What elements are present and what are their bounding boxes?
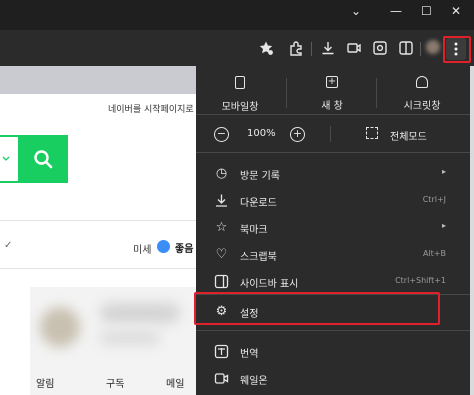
search-icon: [34, 150, 53, 169]
scrapbook-icon: ♡: [215, 247, 228, 262]
menu-button-highlight: [443, 36, 471, 63]
bookmark-star-icon[interactable]: [258, 40, 274, 56]
settings-highlight: [194, 292, 440, 325]
video-capture-icon[interactable]: [346, 40, 362, 56]
menu-divider: [196, 114, 470, 115]
browser-main-menu: 모바일창 + 새 창 시크릿창 − 100% + 전체모드 ◷ 방문 기록 ▸ …: [196, 66, 470, 395]
whale-on-icon: [214, 373, 229, 384]
zoom-in-button[interactable]: +: [290, 127, 305, 142]
toolbar-divider: [420, 42, 421, 56]
secret-window-button[interactable]: 시크릿창: [378, 76, 466, 113]
profile-avatar[interactable]: [426, 40, 440, 54]
history-icon: ◷: [215, 166, 228, 181]
tab-mail[interactable]: 메일: [166, 375, 184, 390]
menu-item-bookmarks[interactable]: ☆ 북마크 ▸: [196, 215, 470, 241]
maximize-button[interactable]: ☐: [421, 4, 432, 18]
collapse-icon[interactable]: ⌄: [351, 4, 361, 18]
close-button[interactable]: ✕: [451, 4, 461, 18]
menu-item-translate[interactable]: 번역: [196, 339, 470, 365]
check-icon: ✓: [4, 240, 13, 251]
browser-toolbar: [0, 30, 474, 66]
search-button[interactable]: [18, 135, 68, 183]
sidebar-icon: [214, 274, 229, 289]
toolbar-divider: [311, 42, 312, 56]
blurred-text: [100, 331, 160, 345]
submenu-arrow-icon: ▸: [441, 221, 446, 230]
tab-notifications[interactable]: 알림: [36, 375, 54, 390]
smile-icon: [157, 240, 170, 253]
zoom-out-button[interactable]: −: [214, 127, 229, 142]
fullscreen-icon[interactable]: [366, 127, 378, 139]
minimize-button[interactable]: —: [390, 4, 402, 18]
mobile-window-icon: [235, 76, 245, 89]
divider: [0, 220, 196, 221]
download-icon[interactable]: [320, 40, 336, 56]
blurred-image: [40, 307, 80, 347]
menu-item-download[interactable]: 다운로드 Ctrl+J: [196, 188, 470, 214]
page-strip: [0, 66, 196, 94]
menu-divider: [196, 152, 470, 153]
mobile-window-button[interactable]: 모바일창: [196, 76, 284, 114]
fine-dust-label: 미세: [133, 245, 152, 256]
download-icon: [216, 194, 227, 207]
submenu-arrow-icon: ▸: [441, 167, 446, 176]
star-icon: ☆: [215, 220, 228, 235]
title-bar: ⌄ — ☐ ✕: [0, 0, 474, 30]
extension-icon[interactable]: [288, 40, 304, 56]
fullscreen-button[interactable]: 전체모드: [390, 128, 427, 143]
secret-window-icon: [416, 76, 428, 88]
menu-item-scrapbook[interactable]: ♡ 스크랩북 Alt+B: [196, 242, 470, 268]
menu-item-history[interactable]: ◷ 방문 기록 ▸: [196, 161, 470, 187]
blurred-text: [100, 303, 180, 323]
translate-icon: [214, 344, 229, 359]
divider: [0, 268, 196, 269]
menu-divider: [196, 330, 470, 331]
fine-dust-status: 좋음: [175, 244, 194, 255]
menu-item-whale-on[interactable]: 웨일온: [196, 366, 470, 392]
new-window-button[interactable]: + 새 창: [288, 76, 376, 113]
zoom-level: 100%: [247, 128, 276, 139]
quick-divider: [376, 78, 377, 108]
screen-capture-icon[interactable]: [372, 40, 388, 56]
set-start-page-link[interactable]: 네이버를 시작페이지로: [108, 102, 194, 115]
new-window-icon: +: [326, 76, 338, 88]
caret-down-icon[interactable]: [2, 155, 10, 163]
tab-subscriptions[interactable]: 구독: [106, 375, 124, 390]
quick-divider: [286, 78, 287, 108]
sidebar-toggle-icon[interactable]: [398, 40, 414, 56]
zoom-divider: [330, 126, 331, 142]
